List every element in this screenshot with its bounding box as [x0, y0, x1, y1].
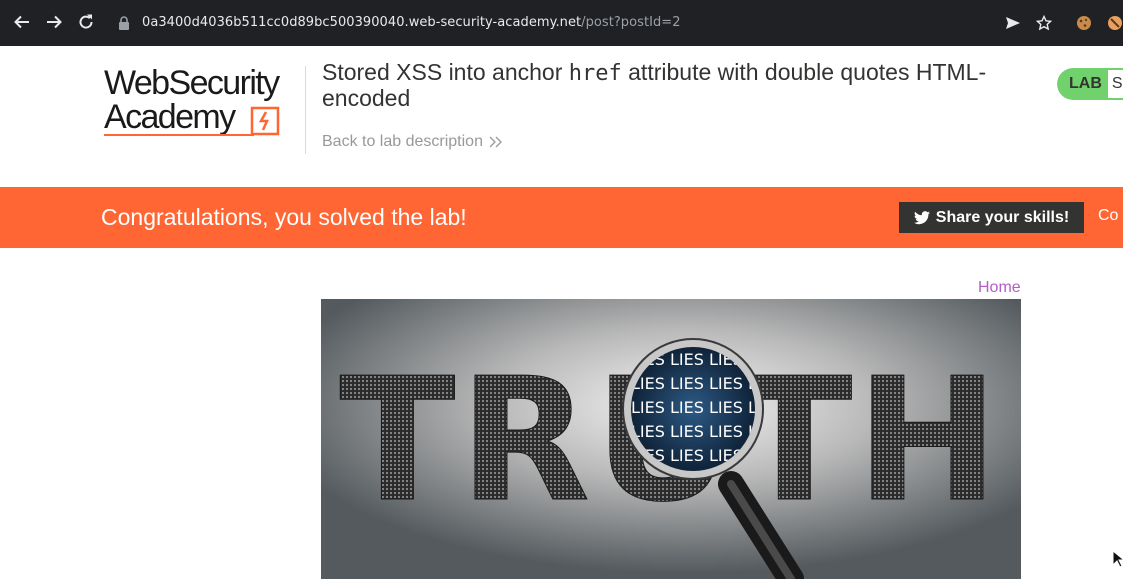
- cookie-extension-button[interactable]: [1073, 12, 1095, 34]
- lab-status-text: S: [1107, 68, 1123, 100]
- send-button[interactable]: [1002, 12, 1024, 34]
- extension-icon: [1108, 16, 1122, 30]
- lab-status-badge: LAB S: [1057, 68, 1123, 100]
- cookie-extension-icon: [1077, 16, 1091, 30]
- forward-icon: [47, 15, 62, 29]
- blog-post-image: TRUTH LIES LIES LIES LI LIES LIES LIES L…: [321, 299, 1021, 579]
- web-security-academy-logo[interactable]: WebSecurity Academy: [104, 66, 304, 138]
- address-bar[interactable]: 0a3400d4036b511cc0d89bc500390040.web-sec…: [106, 6, 1066, 40]
- back-to-lab-description-link[interactable]: Back to lab description: [322, 133, 503, 151]
- share-skills-label: Share your skills!: [935, 208, 1070, 226]
- truth-lies-magnifier-illustration: TRUTH LIES LIES LIES LI LIES LIES LIES L…: [321, 299, 1021, 579]
- share-skills-button[interactable]: Share your skills!: [899, 202, 1084, 233]
- twitter-icon: [913, 210, 930, 224]
- reload-button[interactable]: [72, 8, 100, 36]
- back-button[interactable]: [8, 8, 36, 36]
- lab-solved-banner: Congratulations, you solved the lab! Sha…: [0, 187, 1123, 248]
- image-lens-text-4: LIES LIES LIES LI: [631, 422, 762, 441]
- image-lens-text-2: LIES LIES LIES LI: [631, 374, 762, 393]
- star-icon: [1036, 15, 1052, 31]
- back-link-label: Back to lab description: [322, 133, 483, 150]
- logo-text-line1: WebSecurity: [104, 64, 280, 102]
- continue-learning-link[interactable]: Co: [1098, 207, 1118, 225]
- back-icon: [14, 15, 29, 29]
- forward-button[interactable]: [40, 8, 68, 36]
- logo-text-line2: Academy: [104, 98, 236, 136]
- extension-button[interactable]: [1104, 12, 1123, 34]
- browser-toolbar: 0a3400d4036b511cc0d89bc500390040.web-sec…: [0, 0, 1123, 46]
- lab-title: Stored XSS into anchor href attribute wi…: [322, 59, 987, 111]
- mouse-cursor-icon: [1112, 550, 1123, 568]
- lab-badge-label: LAB: [1057, 68, 1108, 100]
- double-chevron-right-icon: [489, 136, 502, 148]
- bookmark-button[interactable]: [1033, 12, 1055, 34]
- reload-icon: [79, 14, 93, 29]
- image-lens-text-3: LIES LIES LIES LI: [631, 398, 762, 417]
- send-icon: [1006, 17, 1020, 29]
- congratulations-message: Congratulations, you solved the lab!: [101, 204, 467, 230]
- lab-header: WebSecurity Academy Stored XSS into anch…: [0, 46, 1123, 187]
- logo-underline: [104, 134, 254, 136]
- home-link[interactable]: Home: [978, 279, 1021, 297]
- header-divider: [305, 66, 306, 154]
- lock-icon: [119, 16, 129, 30]
- url-text[interactable]: 0a3400d4036b511cc0d89bc500390040.web-sec…: [142, 15, 681, 30]
- logo-bolt-icon: [250, 106, 280, 136]
